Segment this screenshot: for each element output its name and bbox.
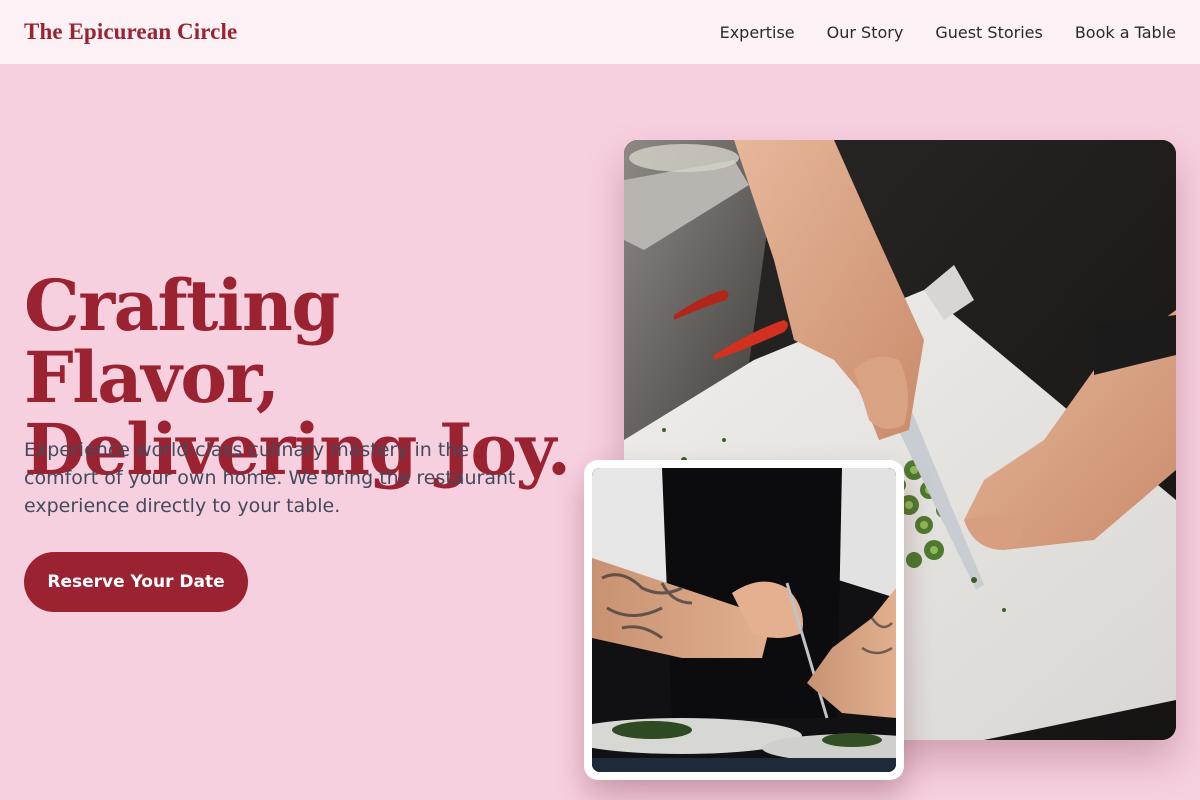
- chef-plating-illustration: [592, 468, 896, 772]
- brand-logo[interactable]: The Epicurean Circle: [24, 19, 237, 45]
- reserve-button[interactable]: Reserve Your Date: [24, 552, 248, 612]
- nav-link-book-a-table[interactable]: Book a Table: [1075, 23, 1176, 42]
- hero-title-line-1: Crafting Flavor,: [24, 264, 340, 419]
- site-header: The Epicurean Circle Expertise Our Story…: [0, 0, 1200, 64]
- nav-link-guest-stories[interactable]: Guest Stories: [935, 23, 1043, 42]
- chef-plating-photo: [592, 468, 896, 772]
- nav-link-our-story[interactable]: Our Story: [827, 23, 904, 42]
- nav-link-expertise[interactable]: Expertise: [720, 23, 795, 42]
- hero-subtitle: Experience world-class culinary mastery …: [24, 439, 516, 517]
- chef-plating-photo-frame: [584, 460, 904, 780]
- main-nav: Expertise Our Story Guest Stories Book a…: [720, 23, 1176, 42]
